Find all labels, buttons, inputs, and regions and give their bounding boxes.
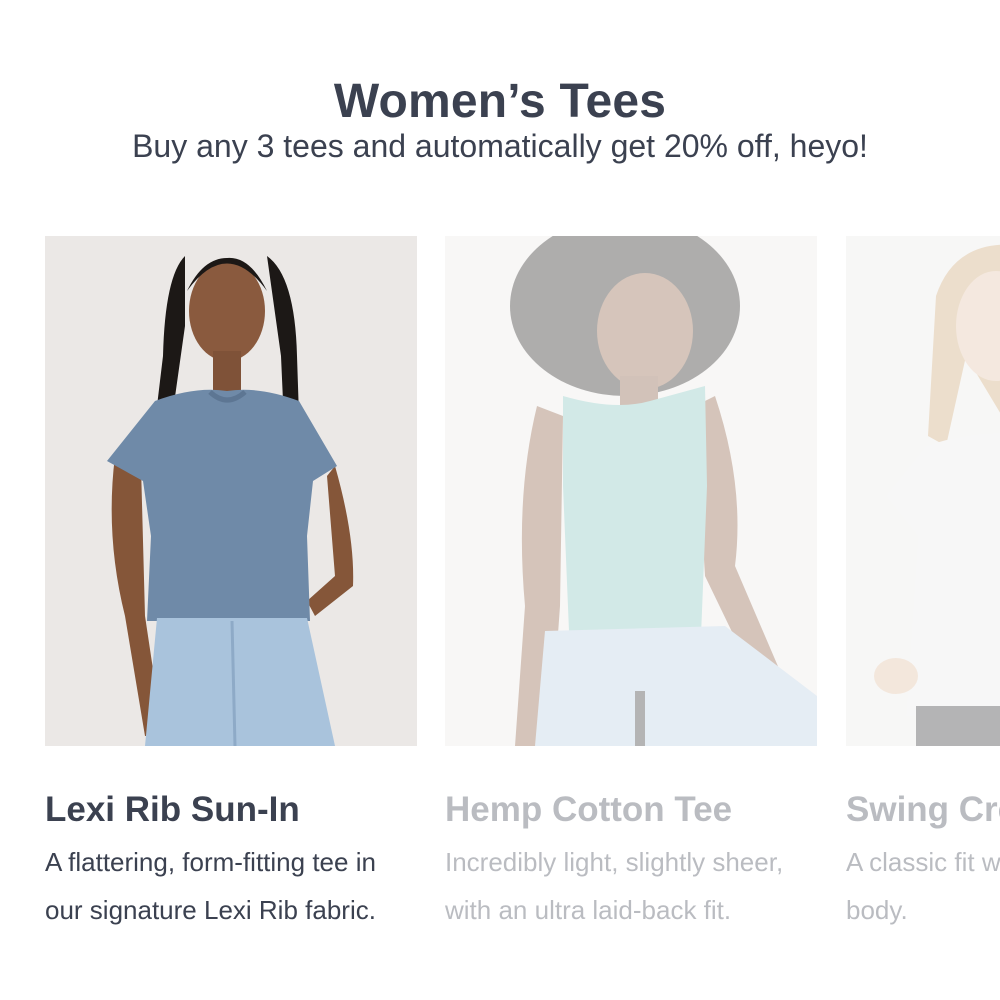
model-photo [45,236,417,746]
product-name[interactable]: Swing Crew [846,788,1000,832]
page-title: Women’s Tees [333,75,667,129]
product-card-hemp-cotton[interactable]: Hemp Cotton Tee Incredibly light, slight… [445,236,817,934]
product-description: A flattering, form-fitting tee in our si… [45,847,376,925]
product-card-swing-crew[interactable]: Swing Crew A classic fit with a relaxed … [846,236,1000,934]
product-description: A classic fit with a relaxed body. [846,847,1000,925]
model-photo [445,236,817,746]
product-name[interactable]: Hemp Cotton Tee [445,788,817,832]
product-image[interactable] [45,236,417,746]
product-description: Incredibly light, slightly sheer, with a… [445,847,784,925]
promo-subtitle: Buy any 3 tees and automatically get 20%… [132,128,868,164]
model-photo [846,236,1000,746]
product-name[interactable]: Lexi Rib Sun-In [45,788,417,832]
product-image[interactable] [445,236,817,746]
product-image[interactable] [846,236,1000,746]
product-card-lexi-rib[interactable]: Lexi Rib Sun-In A flattering, form-fitti… [45,236,417,934]
